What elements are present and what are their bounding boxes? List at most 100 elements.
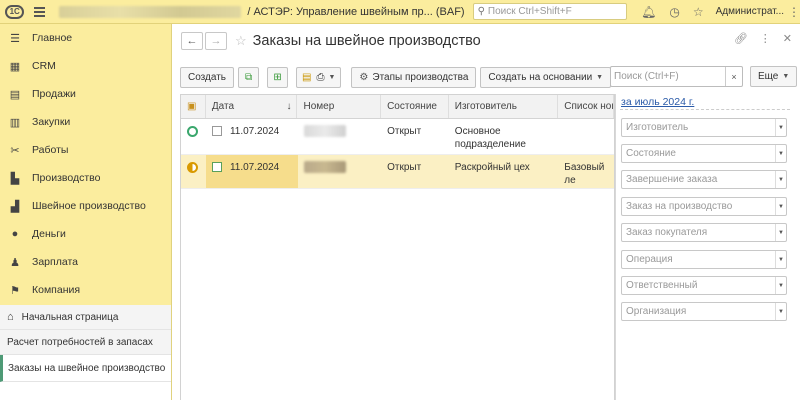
sidebar-item-salary[interactable]: ♟ Зарплата	[0, 248, 171, 276]
app-title: / АСТЭР: Управление швейным пр... (BAF)	[247, 5, 465, 18]
dropdown-arrow-icon[interactable]: ▼	[775, 119, 786, 136]
bell-icon[interactable]: 🔔︎	[641, 5, 656, 19]
dropdown-arrow-icon[interactable]: ▼	[775, 224, 786, 241]
maker-cell: Основное подразделение	[454, 126, 526, 150]
blurred-number	[303, 161, 346, 173]
table-header: ▣ Дата ↓ Номер Состояние Изготовитель Спи…	[181, 95, 614, 119]
filter-maker[interactable]: Изготовитель ▼	[621, 118, 787, 137]
sidebar-item-sales[interactable]: ▤ Продажи	[0, 80, 171, 108]
arrow-right-icon: →	[210, 35, 222, 47]
filter-placeholder: Операция	[626, 254, 673, 265]
column-header-maker[interactable]: Изготовитель	[449, 95, 559, 118]
money-icon: ●	[11, 228, 19, 240]
sidebar-item-sewing[interactable]: ▟ Швейное производство	[0, 192, 171, 220]
copy-icon: ⧉	[244, 71, 253, 83]
flag-icon: ⚑	[10, 284, 20, 297]
global-search-input[interactable]: ⚲ Поиск Ctrl+Shift+F	[472, 3, 628, 20]
dropdown-arrow-icon[interactable]: ▼	[775, 277, 786, 294]
create-button[interactable]: Создать	[180, 66, 235, 88]
main-menu-icon[interactable]	[34, 6, 45, 17]
sewing-machine-icon: ▟	[10, 200, 20, 213]
filter-operation[interactable]: Операция ▼	[621, 250, 787, 269]
production-stages-button[interactable]: ⚙ Этапы производства	[351, 66, 477, 88]
sidebar-item-crm[interactable]: ▦ CRM	[0, 52, 171, 80]
username[interactable]: Администрат...	[716, 6, 784, 17]
history-icon[interactable]: ◷	[669, 5, 679, 19]
filter-completion[interactable]: Завершение заказа ▼	[621, 170, 787, 189]
dropdown-arrow-icon[interactable]: ▼	[775, 171, 786, 188]
number-cell	[298, 119, 382, 154]
star-icon[interactable]: ☆	[693, 5, 704, 19]
forward-button[interactable]: →	[205, 32, 227, 50]
open-window-stock-needs[interactable]: Расчет потребностей в запасах	[0, 330, 171, 355]
open-window-home[interactable]: ⌂ Начальная страница	[0, 305, 171, 330]
sidebar-item-label: Производство	[32, 172, 101, 184]
chevron-down-icon: ▼	[596, 73, 604, 81]
global-search-placeholder: Поиск Ctrl+Shift+F	[487, 6, 572, 17]
add-folder-icon: ⊞	[273, 71, 282, 83]
table-row[interactable]: 11.07.2024 Открыт Раскройный цех Базовый…	[181, 155, 614, 189]
filter-placeholder: Организация	[626, 306, 687, 317]
period-link[interactable]: за июль 2024 г.	[621, 96, 694, 108]
sidebar-item-purchases[interactable]: ▥ Закупки	[0, 108, 171, 136]
sidebar-item-money[interactable]: ● Деньги	[0, 220, 171, 248]
filter-placeholder: Изготовитель	[626, 122, 689, 133]
table-row[interactable]: 11.07.2024 Открыт Основное подразделение	[181, 119, 614, 155]
list-cell	[558, 119, 614, 154]
hamburger-icon: ☰	[10, 32, 20, 45]
filter-placeholder: Заказ покупателя	[626, 227, 708, 238]
list-search-input[interactable]	[611, 68, 725, 85]
header-icons: 🔗︎ ⋮ ✕	[734, 32, 792, 45]
document-posted-icon	[211, 162, 222, 172]
page-title: Заказы на швейное производство	[252, 33, 481, 49]
sidebar-item-production[interactable]: ▙ Производство	[0, 164, 171, 192]
filter-state[interactable]: Состояние ▼	[621, 144, 787, 163]
dropdown-arrow-icon[interactable]: ▼	[775, 145, 786, 162]
number-cell	[298, 155, 382, 188]
column-header-date[interactable]: Дата ↓	[206, 95, 298, 118]
add-group-button[interactable]: ⊞	[267, 66, 289, 88]
filter-organization[interactable]: Организация ▼	[621, 302, 787, 321]
arrow-left-icon: ←	[186, 35, 198, 47]
print-button[interactable]: ▤ ⎙ ▼	[296, 66, 342, 88]
open-window-sewing-orders[interactable]: Заказы на швейное производство	[0, 355, 171, 382]
open-window-label: Начальная страница	[21, 311, 119, 323]
close-icon[interactable]: ✕	[783, 32, 792, 45]
sidebar-item-label: Швейное производство	[32, 200, 146, 212]
document-icon: ▤	[302, 71, 312, 83]
dropdown-arrow-icon[interactable]: ▼	[775, 303, 786, 320]
dropdown-arrow-icon[interactable]: ▼	[775, 251, 786, 268]
sidebar: ☰ Главное ▦ CRM ▤ Продажи ▥ Закупки ✂ Работы …	[0, 24, 172, 400]
sidebar-item-company[interactable]: ⚑ Компания	[0, 276, 171, 304]
create-based-on-label: Создать на основании	[488, 71, 593, 83]
clear-search-button[interactable]: ×	[725, 67, 742, 86]
sidebar-item-main[interactable]: ☰ Главное	[0, 24, 171, 52]
header-row: ← → ☆ Заказы на швейное производство	[173, 24, 800, 58]
create-based-on-button[interactable]: Создать на основании ▼	[480, 66, 612, 88]
more-button[interactable]: Еще ▼	[750, 66, 798, 87]
link-icon[interactable]: 🔗︎	[734, 32, 748, 45]
filter-customer-order[interactable]: Заказ покупателя ▼	[621, 223, 787, 242]
crm-icon: ▦	[9, 60, 21, 73]
top-bar: 1С / АСТЭР: Управление швейным пр... (BA…	[0, 0, 800, 24]
column-header-list[interactable]: Список номе	[558, 95, 614, 118]
column-header-number[interactable]: Номер	[297, 95, 382, 118]
filters-panel: за июль 2024 г. Изготовитель ▼ Состояние ▼…	[615, 94, 800, 400]
sidebar-item-label: Продажи	[32, 88, 76, 100]
status-open-icon	[187, 126, 199, 137]
filter-production-order[interactable]: Заказ на производство ▼	[621, 197, 787, 216]
more-vertical-icon[interactable]: ⋮	[760, 32, 771, 45]
menu-dots-icon[interactable]: ⋮	[788, 5, 800, 19]
list-search-field: ×	[610, 66, 743, 87]
app-logo[interactable]: 1С	[5, 4, 25, 19]
sidebar-item-works[interactable]: ✂ Работы	[0, 136, 171, 164]
filter-responsible[interactable]: Ответственный ▼	[621, 276, 787, 295]
copy-button[interactable]: ⧉	[238, 66, 260, 88]
back-button[interactable]: ←	[181, 32, 203, 50]
blurred-text	[58, 5, 242, 18]
column-header-state[interactable]: Состояние	[381, 95, 449, 118]
favorite-star-icon[interactable]: ☆	[235, 33, 247, 49]
dropdown-arrow-icon[interactable]: ▼	[775, 198, 786, 215]
salary-icon: ♟	[10, 256, 20, 269]
column-header-status[interactable]: ▣	[181, 95, 206, 118]
